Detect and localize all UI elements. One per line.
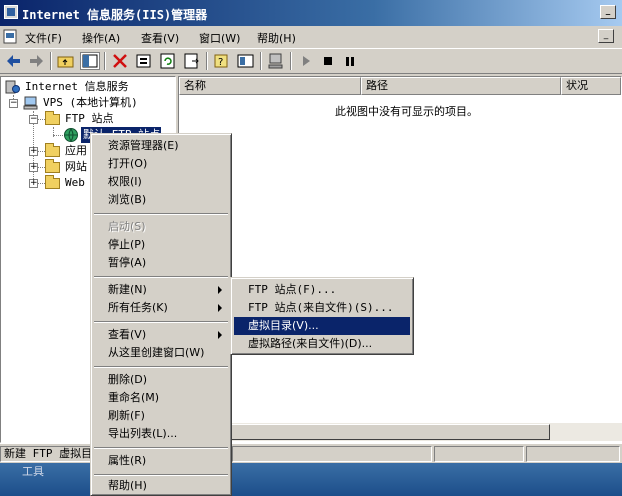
menu-item-view[interactable]: 查看(V) [94, 326, 228, 344]
menu-item-new-window[interactable]: 从这里创建窗口(W) [94, 344, 228, 362]
menu-item-browse[interactable]: 浏览(B) [94, 191, 228, 209]
menu-action[interactable]: 操作(A) [82, 30, 120, 46]
menu-item-stop[interactable]: 停止(P) [94, 236, 228, 254]
folder-icon [45, 111, 60, 125]
menu-item-view-label: 查看(V) [108, 328, 147, 341]
back-icon[interactable] [4, 52, 24, 70]
status-panel-3 [434, 446, 524, 462]
title-bar[interactable]: Internet 信息服务(IIS)管理器 _ [0, 0, 622, 26]
app-icon[interactable] [4, 5, 18, 19]
folder-icon [45, 143, 60, 157]
up-folder-icon[interactable] [56, 52, 76, 70]
show-hide-tree-icon[interactable] [80, 52, 100, 70]
stop-icon[interactable] [318, 52, 338, 70]
pause-icon[interactable] [340, 52, 360, 70]
menu-view[interactable]: 查看(V) [141, 30, 179, 46]
menu-item-open[interactable]: 打开(O) [94, 155, 228, 173]
menu-item-rename[interactable]: 重命名(M) [94, 389, 228, 407]
computer-icon[interactable] [266, 52, 286, 70]
menu-item-delete[interactable]: 删除(D) [94, 371, 228, 389]
submenu-arrow-icon [218, 304, 222, 312]
menu-window[interactable]: 窗口(W) [199, 30, 240, 46]
submenu-item-ftp-site-from-file[interactable]: FTP 站点(来自文件)(S)... [234, 299, 410, 317]
minimize-button[interactable]: _ [600, 5, 616, 19]
menu-item-new[interactable]: 新建(N) [94, 281, 228, 299]
menu-item-permissions[interactable]: 权限(I) [94, 173, 228, 191]
menu-item-all-tasks-label: 所有任务(K) [108, 301, 168, 314]
submenu-item-virtual-path-from-file[interactable]: 虚拟路径(来自文件)(D)... [234, 335, 410, 353]
mmc-doc-icon[interactable] [3, 29, 18, 44]
toolbar: ? [0, 48, 622, 74]
submenu-arrow-icon [218, 331, 222, 339]
iis-server-icon [5, 80, 20, 94]
mdi-minimize-button[interactable]: _ [598, 29, 614, 43]
refresh-icon[interactable] [158, 52, 178, 70]
column-header-path[interactable]: 路径 [361, 77, 561, 95]
submenu-arrow-icon [218, 286, 222, 294]
tree-label-computer: VPS (本地计算机) [43, 96, 138, 109]
menu-help[interactable]: 帮助(H) [257, 30, 296, 46]
new-submenu: FTP 站点(F)... FTP 站点(来自文件)(S)... 虚拟目录(V).… [230, 277, 414, 355]
menu-item-start: 启动(S) [108, 220, 146, 233]
export-list-icon[interactable] [182, 52, 202, 70]
submenu-item-virtual-directory[interactable]: 虚拟目录(V)... [234, 317, 410, 335]
collapse-toggle-ftp[interactable]: − [29, 115, 38, 124]
properties-icon[interactable] [134, 52, 154, 70]
tree-label-iis-root: Internet 信息服务 [25, 80, 129, 93]
status-panel-4 [526, 446, 620, 462]
console-view-icon[interactable] [236, 52, 256, 70]
list-panel[interactable]: 名称 路径 状况 此视图中没有可显示的项目。 [178, 76, 622, 443]
play-icon[interactable] [296, 52, 316, 70]
folder-icon [45, 159, 60, 173]
taskbar-label: 工具 [22, 465, 44, 478]
menu-file[interactable]: 文件(F) [25, 30, 62, 46]
scrollbar-thumb[interactable] [230, 424, 550, 440]
column-header-name[interactable]: 名称 [179, 77, 361, 95]
horizontal-scrollbar[interactable] [230, 423, 622, 441]
menu-item-refresh[interactable]: 刷新(F) [94, 407, 228, 425]
help-icon[interactable]: ? [212, 52, 232, 70]
expand-toggle-web-ext[interactable]: + [29, 179, 38, 188]
status-panel-2 [232, 446, 432, 462]
menu-item-help[interactable]: 帮助(H) [94, 477, 228, 495]
forward-icon[interactable] [26, 52, 46, 70]
computer-node-icon [23, 96, 38, 110]
menu-item-explorer[interactable]: 资源管理器(E) [94, 137, 228, 155]
ftp-site-globe-icon [64, 128, 78, 142]
menu-item-properties[interactable]: 属性(R) [94, 452, 228, 470]
svg-text:?: ? [218, 57, 223, 68]
menu-bar: 文件(F) 操作(A) 查看(V) 窗口(W) 帮助(H) _ [0, 26, 622, 48]
window-title: Internet 信息服务(IIS)管理器 [22, 8, 208, 22]
expand-toggle-app-pools[interactable]: + [29, 147, 38, 156]
collapse-toggle-computer[interactable]: − [9, 99, 18, 108]
submenu-item-ftp-site[interactable]: FTP 站点(F)... [234, 281, 410, 299]
expand-toggle-websites[interactable]: + [29, 163, 38, 172]
tree-label-websites: 网站 [65, 160, 87, 173]
delete-icon[interactable] [110, 52, 130, 70]
tree-label-web-ext: Web [65, 176, 85, 189]
menu-item-export-list[interactable]: 导出列表(L)... [94, 425, 228, 443]
empty-list-message: 此视图中没有可显示的项目。 [335, 105, 478, 118]
menu-item-all-tasks[interactable]: 所有任务(K) [94, 299, 228, 317]
column-header-status[interactable]: 状况 [561, 77, 621, 95]
menu-item-pause[interactable]: 暂停(A) [94, 254, 228, 272]
context-menu: 资源管理器(E) 打开(O) 权限(I) 浏览(B) 启动(S) 停止(P) 暂… [90, 133, 232, 496]
folder-icon [45, 175, 60, 189]
tree-label-ftp-sites: FTP 站点 [65, 112, 114, 125]
menu-item-new-label: 新建(N) [108, 283, 147, 296]
tree-label-app-pools: 应用 [65, 144, 87, 157]
